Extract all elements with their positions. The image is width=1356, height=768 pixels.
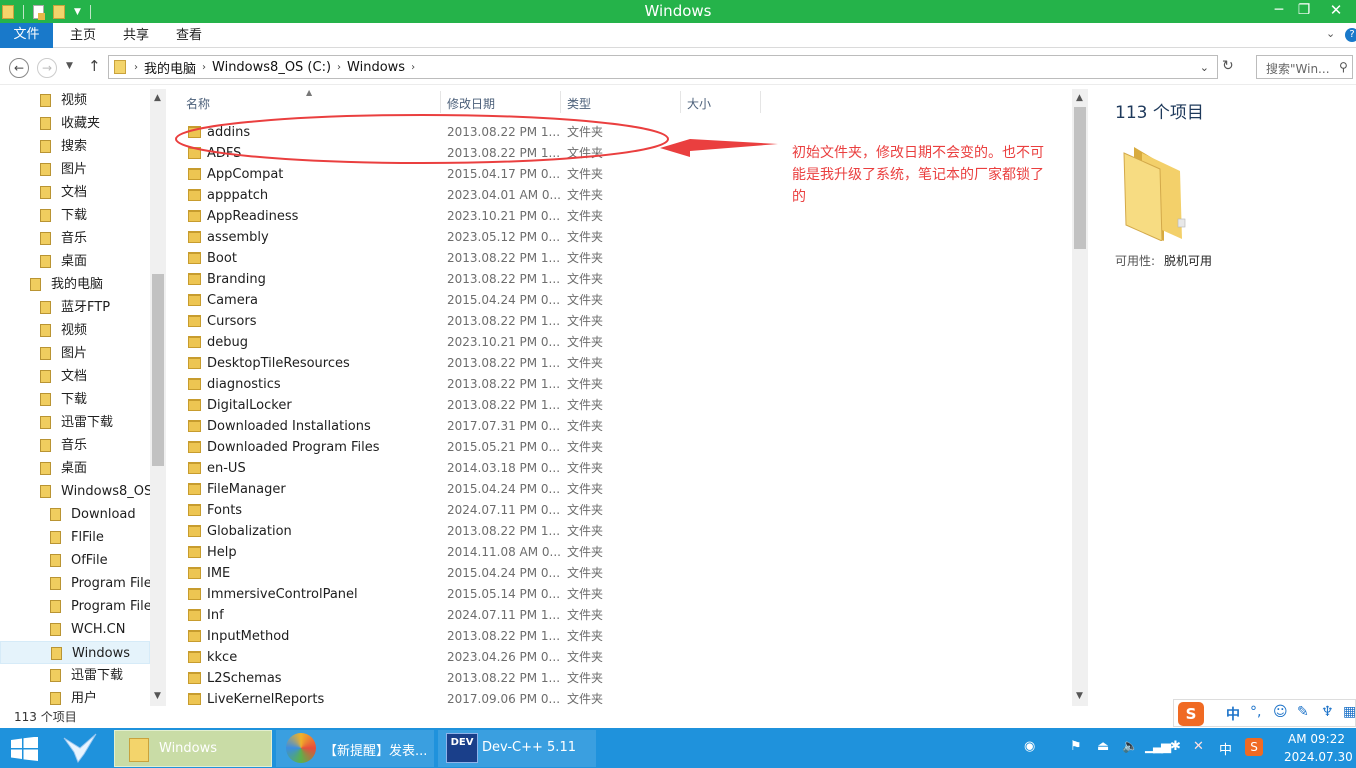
taskbar-item-devcpp[interactable]: DEV Dev-C++ 5.11: [438, 730, 596, 767]
clock-time[interactable]: AM 09:22: [1288, 732, 1345, 746]
action-center-icon[interactable]: ⚑: [1070, 739, 1082, 754]
taskbar-item-label: Dev-C++ 5.11: [482, 740, 576, 755]
taskbar-item-explorer[interactable]: Windows: [114, 730, 272, 767]
status-bar: 113 个项目: [0, 706, 1356, 728]
sogou-tray-icon[interactable]: S: [1245, 738, 1263, 756]
punctuation-icon[interactable]: °,: [1250, 704, 1261, 720]
sogou-logo-icon[interactable]: S: [1178, 702, 1204, 726]
status-item-count: 113 个项目: [14, 710, 77, 724]
taskbar-item-browser[interactable]: 【新提醒】发表...: [276, 730, 434, 767]
emoji-icon[interactable]: ☺: [1273, 704, 1288, 720]
pen-icon[interactable]: ✎: [1297, 704, 1309, 720]
taskbar-item-label: Windows: [159, 741, 218, 756]
toolbox-icon[interactable]: ▦: [1343, 704, 1356, 720]
item-count: 113 个项目: [1115, 103, 1204, 123]
browser-icon: [286, 733, 316, 763]
details-pane: 113 个项目 可用性: 脱机可用: [1100, 89, 1356, 706]
thunder-bird-icon[interactable]: [62, 732, 98, 764]
clock-date[interactable]: 2024.07.30: [1284, 750, 1353, 764]
volume-icon[interactable]: 🔈: [1122, 739, 1138, 754]
annotation-arrow: [660, 139, 778, 157]
availability-value: 脱机可用: [1164, 254, 1213, 268]
start-button[interactable]: [11, 737, 39, 761]
bluetooth-icon[interactable]: ✱: [1170, 739, 1181, 754]
usb-icon[interactable]: ⏏: [1097, 739, 1109, 754]
microphone-icon[interactable]: ♆: [1321, 704, 1334, 720]
ime-toolbar[interactable]: S 中 °, ☺ ✎ ♆ ▦: [1173, 699, 1356, 727]
ime-language-indicator[interactable]: 中: [1219, 739, 1232, 758]
availability-label: 可用性:: [1115, 254, 1156, 268]
folder-icon: [129, 738, 149, 762]
taskbar-item-label: 【新提醒】发表...: [324, 744, 428, 759]
annotation-text: 初始文件夹，修改日期不会变的。也不可能是我升级了系统，笔记本的厂家都锁了的: [792, 145, 1044, 205]
ime-mode-toggle[interactable]: 中: [1226, 704, 1240, 724]
taskbar: Windows 【新提醒】发表... DEV Dev-C++ 5.11 ◉ ⚑ …: [0, 728, 1356, 768]
signal-icon[interactable]: ▁▃▅: [1145, 739, 1171, 754]
large-folder-icon: [1123, 147, 1186, 241]
speaker-muted-icon[interactable]: ✕: [1193, 739, 1204, 754]
network-manager-icon[interactable]: ◉: [1024, 739, 1035, 754]
highlight-ellipse: [175, 114, 669, 164]
devcpp-icon: DEV: [446, 733, 478, 763]
